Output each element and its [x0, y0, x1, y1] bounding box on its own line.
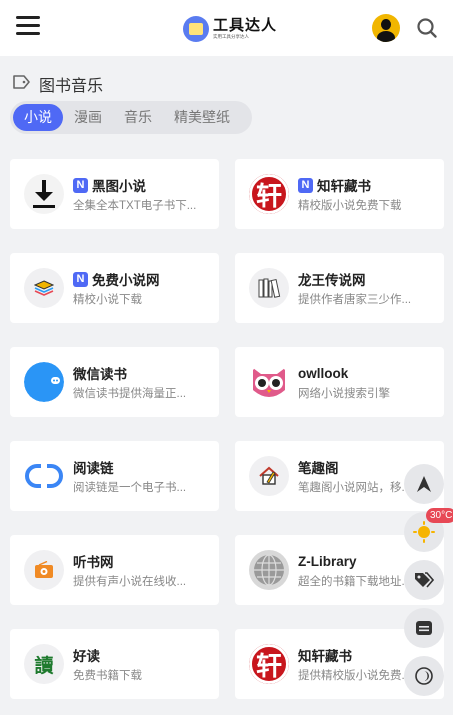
xuan-icon: 轩	[249, 174, 289, 214]
owl-icon	[249, 362, 289, 402]
user-avatar[interactable]	[372, 14, 400, 42]
sun-icon	[413, 521, 435, 543]
moon-icon	[415, 667, 433, 685]
site-description: 阅读链是一个电子书...	[73, 482, 187, 494]
site-logo[interactable]: 工具达人 实用工具分享达人	[183, 15, 277, 43]
download-icon	[24, 174, 64, 214]
dark-mode-toggle[interactable]	[404, 656, 444, 696]
new-badge: N	[73, 271, 88, 287]
toolbox-button[interactable]	[404, 608, 444, 648]
house-pen-icon	[249, 456, 289, 496]
chat-bubble-icon	[24, 362, 64, 402]
tab-wallpaper[interactable]: 精美壁纸	[163, 104, 241, 131]
link-icon	[24, 456, 64, 496]
site-name: 微信读书	[73, 367, 127, 382]
tab-music[interactable]: 音乐	[113, 104, 163, 131]
site-description: 微信读书提供海量正...	[73, 388, 187, 400]
back-to-top-button[interactable]	[404, 464, 444, 504]
menu-icon[interactable]	[16, 16, 40, 38]
site-card[interactable]: N 黑图小说 全集全本TXT电子书下...	[10, 159, 219, 229]
tab-comic[interactable]: 漫画	[63, 104, 113, 131]
site-description: 免费书籍下载	[73, 670, 142, 682]
site-card[interactable]: 龙王传说网 提供作者唐家三少作...	[235, 253, 444, 323]
new-badge: N	[298, 177, 313, 193]
site-name: 好读	[73, 649, 100, 664]
site-card[interactable]: 讀 好读 免费书籍下载	[10, 629, 219, 699]
globe-icon	[249, 550, 289, 590]
radio-icon	[24, 550, 64, 590]
temperature-badge: 30°C	[426, 508, 453, 523]
books-icon	[249, 268, 289, 308]
toolbox-icon	[416, 621, 432, 635]
site-card[interactable]: 阅读链 阅读链是一个电子书...	[10, 441, 219, 511]
site-description: 提供有声小说在线收...	[73, 576, 187, 588]
logo-mark-icon	[183, 16, 209, 42]
category-tabs: 小说 漫画 音乐 精美壁纸	[10, 101, 252, 134]
top-bar: 工具达人 实用工具分享达人	[0, 0, 453, 56]
tag-icon	[12, 74, 31, 95]
site-name: 黑图小说	[92, 179, 146, 194]
site-description: 精校版小说免费下载	[298, 200, 402, 212]
layers-icon	[24, 268, 64, 308]
site-name: 免费小说网	[92, 273, 160, 288]
site-card[interactable]: 轩 N 知轩藏书 精校版小说免费下载	[235, 159, 444, 229]
logo-title: 工具达人	[213, 17, 278, 34]
site-description: 精校小说下载	[73, 294, 142, 306]
site-card[interactable]: owllook 网络小说搜索引擎	[235, 347, 444, 417]
site-name: 知轩藏书	[317, 179, 371, 194]
category-header: 图书音乐	[12, 72, 103, 96]
search-icon[interactable]	[416, 17, 438, 39]
site-card[interactable]: 听书网 提供有声小说在线收...	[10, 535, 219, 605]
arrow-up-icon	[417, 476, 431, 492]
site-name: 龙王传说网	[298, 273, 366, 288]
site-name: 笔趣阁	[298, 461, 339, 476]
site-name: 阅读链	[73, 461, 114, 476]
xuan-icon: 轩	[249, 644, 289, 684]
tags-button[interactable]	[404, 560, 444, 600]
site-description: 全集全本TXT电子书下...	[73, 200, 197, 212]
site-card[interactable]: 微信读书 微信读书提供海量正...	[10, 347, 219, 417]
site-name: owllook	[298, 365, 349, 381]
category-title: 图书音乐	[39, 78, 104, 95]
du-icon: 讀	[24, 644, 64, 684]
site-name: 知轩藏书	[298, 649, 352, 664]
logo-subtitle: 实用工具分享达人	[213, 34, 250, 40]
site-name: 听书网	[73, 555, 114, 570]
tab-novel[interactable]: 小说	[13, 104, 63, 131]
site-name: Z-Library	[298, 553, 357, 569]
tags-icon	[415, 572, 434, 588]
new-badge: N	[73, 177, 88, 193]
site-card[interactable]: N 免费小说网 精校小说下载	[10, 253, 219, 323]
site-description: 网络小说搜索引擎	[298, 388, 390, 400]
site-description: 提供作者唐家三少作...	[298, 294, 412, 306]
